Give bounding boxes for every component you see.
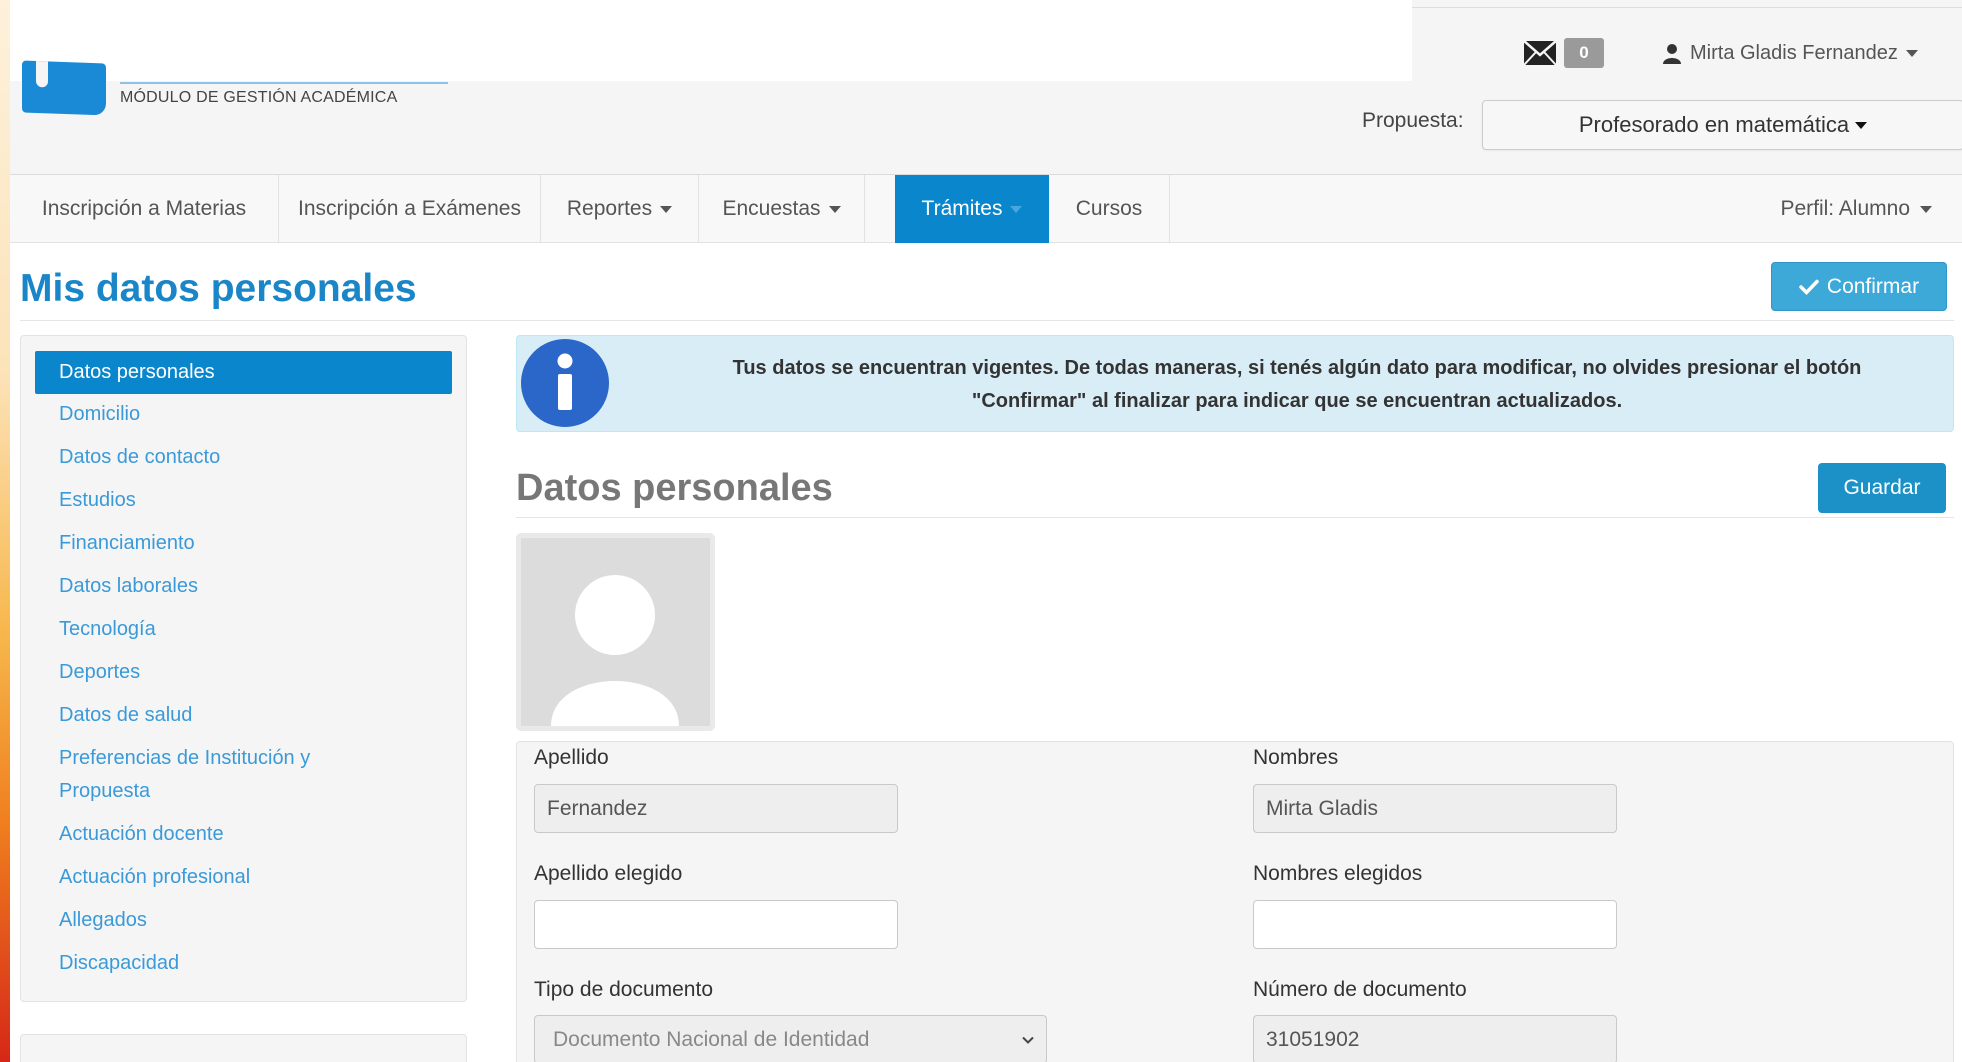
header: MÓDULO DE GESTIÓN ACADÉMICA 0 Mirta Glad…	[10, 0, 1962, 175]
sidebar-item-preferencias-propuesta[interactable]: Propuesta	[35, 775, 452, 808]
sidebar-item-actuacion-profesional[interactable]: Actuación profesional	[35, 861, 452, 894]
propuesta-dropdown[interactable]: Profesorado en matemática	[1482, 100, 1962, 150]
sidebar-item-domicilio[interactable]: Domicilio	[35, 398, 452, 431]
header-divider	[1412, 7, 1962, 8]
main-nav: Inscripción a Materias Inscripción a Exá…	[10, 175, 1962, 243]
page-title: Mis datos personales	[20, 267, 417, 310]
chevron-down-icon	[660, 205, 673, 213]
nav-reportes[interactable]: Reportes	[541, 175, 699, 243]
nombres-elegidos-field[interactable]	[1253, 900, 1617, 949]
user-menu[interactable]: Mirta Gladis Fernandez	[1662, 42, 1918, 65]
section-title: Datos personales	[516, 467, 833, 509]
chevron-down-icon	[1010, 205, 1023, 213]
logo-icon[interactable]	[22, 60, 106, 116]
info-alert: Tus datos se encuentran vigentes. De tod…	[516, 335, 1954, 432]
logo-underline	[120, 82, 448, 84]
nav-label: Trámites	[921, 197, 1003, 220]
tipo-documento-label: Tipo de documento	[534, 978, 714, 1001]
chevron-down-icon	[1920, 205, 1932, 213]
personal-data-form: Apellido Fernandez Nombres Mirta Gladis …	[516, 741, 1954, 1062]
user-icon	[1663, 43, 1681, 64]
sidebar-item-preferencias[interactable]: Preferencias de Institución y	[35, 742, 452, 775]
sidebar-item-datos-salud[interactable]: Datos de salud	[35, 699, 452, 732]
chevron-down-icon	[1855, 121, 1868, 129]
sidebar-item-tecnologia[interactable]: Tecnología	[35, 613, 452, 646]
logo-subtitle: MÓDULO DE GESTIÓN ACADÉMICA	[120, 89, 398, 106]
user-placeholder-icon	[521, 538, 710, 726]
sidebar-item-datos-contacto[interactable]: Datos de contacto	[35, 441, 452, 474]
nav-label: Encuestas	[722, 197, 821, 220]
sidebar-item-estudios[interactable]: Estudios	[35, 484, 452, 517]
chevron-down-icon	[828, 205, 841, 213]
nav-label: Reportes	[566, 197, 653, 220]
nav-cursos[interactable]: Cursos	[1049, 175, 1170, 243]
nav-encuestas[interactable]: Encuestas	[699, 175, 865, 243]
nav-inscripcion-materias[interactable]: Inscripción a Materias	[10, 175, 279, 243]
nombres-elegidos-label: Nombres elegidos	[1253, 862, 1423, 885]
mail-count-badge[interactable]: 0	[1564, 38, 1604, 68]
nombres-field[interactable]: Mirta Gladis	[1253, 784, 1617, 833]
header-overlay-bar	[10, 0, 1412, 81]
numero-documento-field[interactable]: 31051902	[1253, 1015, 1617, 1062]
numero-documento-label: Número de documento	[1253, 978, 1467, 1001]
nav-inscripcion-examenes[interactable]: Inscripción a Exámenes	[279, 175, 541, 243]
chevron-down-icon	[1905, 50, 1918, 57]
envelope-icon[interactable]	[1523, 39, 1557, 67]
alert-line-1: Tus datos se encuentran vigentes. De tod…	[732, 357, 1862, 379]
sidebar-secondary-panel	[20, 1034, 467, 1062]
apellido-elegido-label: Apellido elegido	[534, 862, 683, 885]
nav-label: Inscripción a Materias	[41, 197, 247, 220]
apellido-label: Apellido	[534, 746, 609, 769]
sidebar-item-allegados[interactable]: Allegados	[35, 904, 452, 937]
title-divider	[20, 320, 1954, 321]
avatar[interactable]	[516, 533, 715, 731]
confirm-button-label: Confirmar	[1826, 274, 1920, 298]
nav-label: Inscripción a Exámenes	[298, 197, 521, 220]
sidebar-item-deportes[interactable]: Deportes	[35, 656, 452, 689]
apellido-field[interactable]: Fernandez	[534, 784, 898, 833]
sidebar-item-discapacidad[interactable]: Discapacidad	[35, 947, 452, 980]
window-edge-gradient	[0, 0, 10, 1062]
sidebar-item-actuacion-docente[interactable]: Actuación docente	[35, 818, 452, 851]
propuesta-value: Profesorado en matemática	[1578, 112, 1850, 137]
save-button[interactable]: Guardar	[1818, 463, 1946, 513]
tipo-documento-select[interactable]: Documento Nacional de Identidad	[534, 1015, 1047, 1062]
check-icon	[1799, 279, 1819, 295]
nombres-label: Nombres	[1253, 746, 1339, 769]
info-icon	[521, 339, 609, 427]
sidebar: Datos personales Domicilio Datos de cont…	[20, 335, 467, 1002]
alert-line-2: "Confirmar" al finalizar para indicar qu…	[971, 390, 1623, 412]
sidebar-item-datos-personales[interactable]: Datos personales	[35, 351, 452, 394]
nav-label: Cursos	[1075, 197, 1143, 220]
alert-message: Tus datos se encuentran vigentes. De tod…	[657, 352, 1937, 418]
chevron-down-icon	[1022, 1036, 1034, 1044]
sidebar-item-financiamiento[interactable]: Financiamiento	[35, 527, 452, 560]
section-divider	[516, 517, 1954, 518]
tipo-documento-value: Documento Nacional de Identidad	[553, 1027, 870, 1051]
perfil-label: Perfil: Alumno	[1780, 197, 1910, 220]
confirm-button[interactable]: Confirmar	[1771, 262, 1947, 311]
apellido-elegido-field[interactable]	[534, 900, 898, 949]
perfil-dropdown[interactable]: Perfil: Alumno	[1780, 175, 1932, 243]
sidebar-item-datos-laborales[interactable]: Datos laborales	[35, 570, 452, 603]
user-name: Mirta Gladis Fernandez	[1690, 42, 1898, 64]
nav-tramites[interactable]: Trámites	[895, 175, 1049, 243]
propuesta-label: Propuesta:	[1362, 109, 1464, 132]
